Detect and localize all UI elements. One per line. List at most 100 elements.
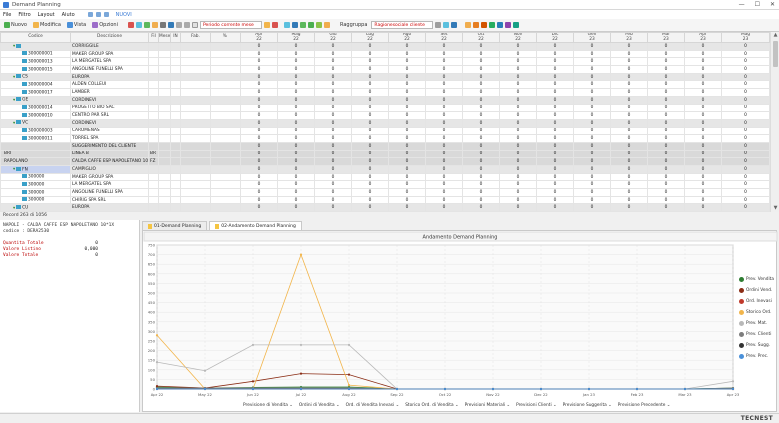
month-value-cell[interactable]: 0: [425, 103, 463, 113]
month-value-cell[interactable]: 0: [573, 80, 611, 90]
month-value-cell[interactable]: 0: [351, 134, 389, 143]
row-description[interactable]: CORDINEVI: [70, 118, 149, 128]
month-value-cell[interactable]: 0: [573, 49, 611, 59]
month-value-cell[interactable]: 0: [573, 42, 611, 51]
month-value-cell[interactable]: 0: [277, 141, 315, 151]
row-code[interactable]: ▾ CS: [0, 72, 71, 82]
month-value-cell[interactable]: 0: [610, 42, 648, 51]
month-value-cell[interactable]: 0: [610, 72, 648, 82]
month-value-cell[interactable]: 0: [721, 88, 770, 97]
new-button[interactable]: Nuovo: [2, 22, 29, 28]
month-value-cell[interactable]: 0: [240, 103, 278, 113]
month-value-cell[interactable]: 0: [388, 157, 426, 166]
grid-column-header[interactable]: Giu 22: [314, 32, 352, 43]
month-value-cell[interactable]: 0: [351, 103, 389, 113]
legend-item[interactable]: Prev. Sugg.: [739, 340, 779, 351]
month-value-cell[interactable]: 0: [573, 141, 611, 151]
grid-column-header[interactable]: Mar 23: [647, 32, 685, 43]
month-value-cell[interactable]: 0: [610, 203, 648, 212]
table-row[interactable]: ▾ FN CAMPIGLIO 0 0 0 0 0 0 0 0 0 0 0 0 0 0: [0, 165, 770, 174]
series-filter-dropdown[interactable]: Previsione Suggerita ⌄: [563, 403, 612, 408]
month-value-cell[interactable]: 0: [536, 42, 574, 51]
month-value-cell[interactable]: 0: [462, 72, 500, 82]
grid-column-header[interactable]: %: [210, 32, 241, 43]
month-value-cell[interactable]: 0: [647, 103, 685, 113]
row-description[interactable]: EUROPA: [70, 72, 149, 82]
grid-column-header[interactable]: Apr 23: [684, 32, 722, 43]
month-value-cell[interactable]: 0: [499, 195, 537, 205]
month-value-cell[interactable]: 0: [536, 88, 574, 97]
month-value-cell[interactable]: 0: [425, 80, 463, 90]
month-value-cell[interactable]: 0: [536, 118, 574, 128]
month-value-cell[interactable]: 0: [240, 203, 278, 212]
month-value-cell[interactable]: 0: [499, 126, 537, 136]
month-value-cell[interactable]: 0: [684, 57, 722, 67]
legend-item[interactable]: Prev. Prec.: [739, 351, 779, 362]
month-value-cell[interactable]: 0: [573, 126, 611, 136]
row-code[interactable]: 300000001: [0, 49, 71, 59]
month-value-cell[interactable]: 0: [388, 118, 426, 128]
month-value-cell[interactable]: 0: [684, 188, 722, 197]
row-description[interactable]: CAMPIGLIO: [70, 165, 149, 174]
grid-column-header[interactable]: Fil: [148, 32, 159, 43]
month-value-cell[interactable]: 0: [647, 80, 685, 90]
month-value-cell[interactable]: 0: [462, 141, 500, 151]
row-code[interactable]: RAPOLANO: [0, 157, 71, 166]
menu-filtro[interactable]: Filtro: [18, 12, 30, 18]
copy-icon[interactable]: [136, 22, 142, 28]
month-value-cell[interactable]: 0: [573, 65, 611, 74]
month-value-cell[interactable]: 0: [314, 72, 352, 82]
help-icon[interactable]: [451, 22, 458, 28]
month-value-cell[interactable]: 0: [277, 180, 315, 190]
month-value-cell[interactable]: 0: [647, 72, 685, 82]
expand-toggle-icon[interactable]: ▾: [13, 167, 15, 172]
month-value-cell[interactable]: 0: [684, 103, 722, 113]
row-code[interactable]: 300000015: [0, 65, 71, 74]
month-value-cell[interactable]: 0: [314, 195, 352, 205]
row-description[interactable]: ALDEN COLLEUI: [70, 80, 149, 90]
month-value-cell[interactable]: 0: [314, 126, 352, 136]
month-value-cell[interactable]: 0: [388, 103, 426, 113]
month-value-cell[interactable]: 0: [425, 49, 463, 59]
month-value-cell[interactable]: 0: [277, 57, 315, 67]
tab-andamento[interactable]: 02-Andamento Demand Planning: [209, 221, 302, 230]
row-description[interactable]: EUROPA: [70, 203, 149, 212]
month-value-cell[interactable]: 0: [314, 203, 352, 212]
month-value-cell[interactable]: 0: [425, 88, 463, 97]
month-value-cell[interactable]: 0: [684, 65, 722, 74]
table-row[interactable]: ▾ CS EUROPA 0 0 0 0 0 0 0 0 0 0 0 0 0 0: [0, 72, 770, 82]
month-value-cell[interactable]: 0: [721, 165, 770, 174]
month-value-cell[interactable]: 0: [351, 126, 389, 136]
month-value-cell[interactable]: 0: [610, 118, 648, 128]
month-value-cell[interactable]: 0: [610, 188, 648, 197]
month-value-cell[interactable]: 0: [499, 72, 537, 82]
month-value-cell[interactable]: 0: [351, 172, 389, 182]
month-value-cell[interactable]: 0: [277, 118, 315, 128]
month-value-cell[interactable]: 0: [573, 180, 611, 190]
legend-item[interactable]: Ordini Vend.: [739, 285, 779, 296]
month-value-cell[interactable]: 0: [721, 49, 770, 59]
grid-column-header[interactable]: Dic 22: [536, 32, 574, 43]
month-value-cell[interactable]: 0: [573, 195, 611, 205]
month-value-cell[interactable]: 0: [536, 95, 574, 105]
month-value-cell[interactable]: 0: [462, 172, 500, 182]
table-row[interactable]: 300000013 LA MERGATEL SPA 0 0 0 0 0 0 0 0 0 0 0 0 0 0: [0, 57, 770, 67]
month-value-cell[interactable]: 0: [277, 49, 315, 59]
month-value-cell[interactable]: 0: [647, 188, 685, 197]
month-value-cell[interactable]: 0: [536, 141, 574, 151]
month-value-cell[interactable]: 0: [573, 157, 611, 166]
month-value-cell[interactable]: 0: [462, 165, 500, 174]
row-description[interactable]: LAMBER: [70, 88, 149, 97]
month-value-cell[interactable]: 0: [536, 180, 574, 190]
month-value-cell[interactable]: 0: [684, 134, 722, 143]
legend-item[interactable]: Prev. Vendita: [739, 274, 779, 285]
export-icon[interactable]: [168, 22, 174, 28]
download-icon[interactable]: [497, 22, 504, 28]
month-value-cell[interactable]: 0: [425, 65, 463, 74]
row-description[interactable]: CENTRO PAR SRL: [70, 111, 149, 120]
month-value-cell[interactable]: 0: [647, 126, 685, 136]
month-value-cell[interactable]: 0: [388, 180, 426, 190]
month-value-cell[interactable]: 0: [610, 57, 648, 67]
month-value-cell[interactable]: 0: [277, 42, 315, 51]
month-value-cell[interactable]: 0: [721, 157, 770, 166]
